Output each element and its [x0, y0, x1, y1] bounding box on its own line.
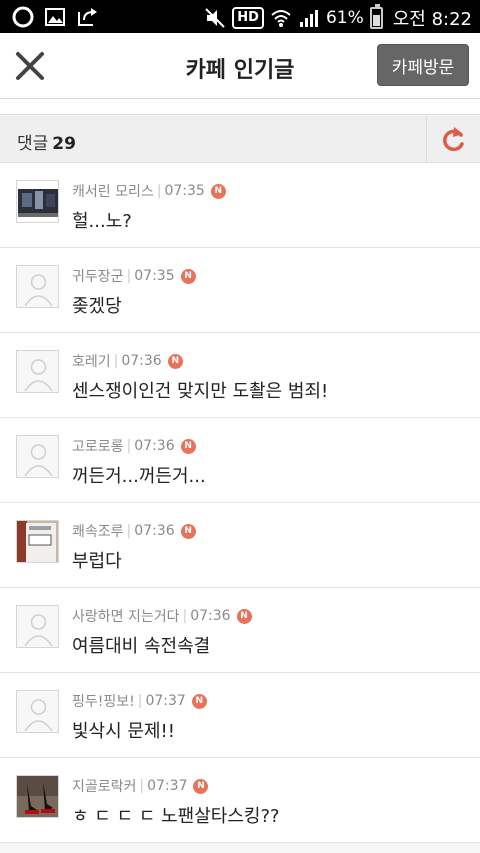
- comment-text: 꺼든거...꺼든거...: [72, 466, 206, 487]
- comment-author[interactable]: 사랑하면 지는거다: [72, 606, 180, 626]
- comment-item[interactable]: 쾌속조루 | 07:36 N 부럽다: [0, 503, 480, 588]
- app-header: 카페 인기글 카페방문: [0, 33, 480, 99]
- comment-time: 07:37: [145, 693, 186, 709]
- comment-time: 07:36: [134, 438, 175, 454]
- app-icon: [12, 6, 34, 28]
- comment-time: 07:36: [190, 608, 231, 624]
- new-badge: N: [236, 608, 252, 624]
- comment-text: 좆겠당: [72, 296, 122, 317]
- comment-meta: 쾌속조루 | 07:36 N: [72, 521, 196, 541]
- status-bar: HD 61% 오전 8:22: [0, 0, 480, 33]
- comment-author[interactable]: 호레기: [72, 351, 111, 371]
- avatar[interactable]: [16, 605, 59, 648]
- meta-separator: |: [182, 608, 188, 624]
- comment-item[interactable]: 핑두!핑보! | 07:37 N 빛삭시 문제!!: [0, 673, 480, 758]
- new-badge: N: [180, 523, 196, 539]
- comment-time: 07:35: [134, 268, 175, 284]
- comment-item[interactable]: 캐서린 모리스 | 07:35 N 헐...노?: [0, 163, 480, 248]
- new-badge: N: [167, 353, 183, 369]
- comment-time: 07:37: [147, 778, 188, 794]
- refresh-icon: [442, 127, 464, 152]
- clock: 오전 8:22: [392, 9, 472, 30]
- comment-text: 부럽다: [72, 551, 122, 572]
- meta-separator: |: [126, 268, 132, 284]
- battery-percent: 61%: [325, 8, 364, 28]
- comments-count: 29: [52, 134, 76, 154]
- comment-text: 여름대비 속전속결: [72, 636, 211, 657]
- comment-meta: 지골로락커 | 07:37 N: [72, 776, 209, 796]
- new-badge: N: [210, 183, 226, 199]
- comment-author[interactable]: 쾌속조루: [72, 521, 124, 541]
- new-badge: N: [180, 438, 196, 454]
- comment-author[interactable]: 지골로락커: [72, 776, 136, 796]
- comment-item[interactable]: 고로로롱 | 07:36 N 꺼든거...꺼든거...: [0, 418, 480, 503]
- meta-separator: |: [156, 183, 162, 199]
- comment-item[interactable]: 사랑하면 지는거다 | 07:36 N 여름대비 속전속결: [0, 588, 480, 673]
- comment-meta: 귀두장군 | 07:35 N: [72, 266, 196, 286]
- gallery-icon: [44, 6, 66, 28]
- meta-separator: |: [126, 438, 132, 454]
- avatar[interactable]: [16, 435, 59, 478]
- share-icon: [76, 6, 98, 28]
- new-badge: N: [180, 268, 196, 284]
- comment-text: 센스쟁이인건 맞지만 도촬은 범죄!: [72, 381, 329, 402]
- cafe-visit-button[interactable]: 카페방문: [377, 44, 469, 86]
- comments-count-label: 댓글 29: [17, 129, 76, 154]
- meta-separator: |: [113, 353, 119, 369]
- comment-item[interactable]: 호레기 | 07:36 N 센스쟁이인건 맞지만 도촬은 범죄!: [0, 333, 480, 418]
- header-divider: [0, 99, 480, 115]
- comment-text: ㅎ ㄷ ㄷ ㄷ 노팬살타스킹??: [72, 806, 280, 827]
- hd-voice-icon: HD: [232, 7, 264, 29]
- comment-author[interactable]: 고로로롱: [72, 436, 124, 456]
- comment-meta: 호레기 | 07:36 N: [72, 351, 183, 371]
- comment-item[interactable]: 지골로락커 | 07:37 N ㅎ ㄷ ㄷ ㄷ 노팬살타스킹??: [0, 758, 480, 843]
- comment-meta: 고로로롱 | 07:36 N: [72, 436, 196, 456]
- meta-separator: |: [126, 523, 132, 539]
- meta-separator: |: [139, 778, 145, 794]
- signal-icon: [298, 7, 320, 29]
- comment-time: 07:35: [164, 183, 205, 199]
- avatar[interactable]: [16, 265, 59, 308]
- comment-author[interactable]: 핑두!핑보!: [72, 691, 135, 711]
- avatar[interactable]: [16, 520, 59, 563]
- comment-time: 07:36: [134, 523, 175, 539]
- wifi-icon: [270, 7, 292, 29]
- avatar[interactable]: [16, 690, 59, 733]
- avatar[interactable]: [16, 350, 59, 393]
- comment-author[interactable]: 귀두장군: [72, 266, 124, 286]
- new-badge: N: [193, 778, 209, 794]
- comment-list: 캐서린 모리스 | 07:35 N 헐...노? 귀두장군 | 07:35 N 좆겠당 호레기 | 07…: [0, 163, 480, 843]
- comments-header: 댓글 29: [0, 116, 480, 163]
- refresh-button[interactable]: [426, 116, 480, 162]
- comment-meta: 핑두!핑보! | 07:37 N: [72, 691, 207, 711]
- mute-icon: [204, 7, 226, 29]
- comment-text: 빛삭시 문제!!: [72, 721, 175, 742]
- comment-meta: 사랑하면 지는거다 | 07:36 N: [72, 606, 252, 626]
- comments-label: 댓글: [17, 134, 49, 154]
- comment-text: 헐...노?: [72, 211, 132, 232]
- new-badge: N: [191, 693, 207, 709]
- avatar[interactable]: [16, 775, 59, 818]
- comment-meta: 캐서린 모리스 | 07:35 N: [72, 181, 226, 201]
- comment-author[interactable]: 캐서린 모리스: [72, 181, 154, 201]
- meta-separator: |: [137, 693, 143, 709]
- comment-item[interactable]: 귀두장군 | 07:35 N 좆겠당: [0, 248, 480, 333]
- avatar[interactable]: [16, 180, 59, 223]
- comment-time: 07:36: [121, 353, 162, 369]
- battery-icon: [369, 4, 383, 29]
